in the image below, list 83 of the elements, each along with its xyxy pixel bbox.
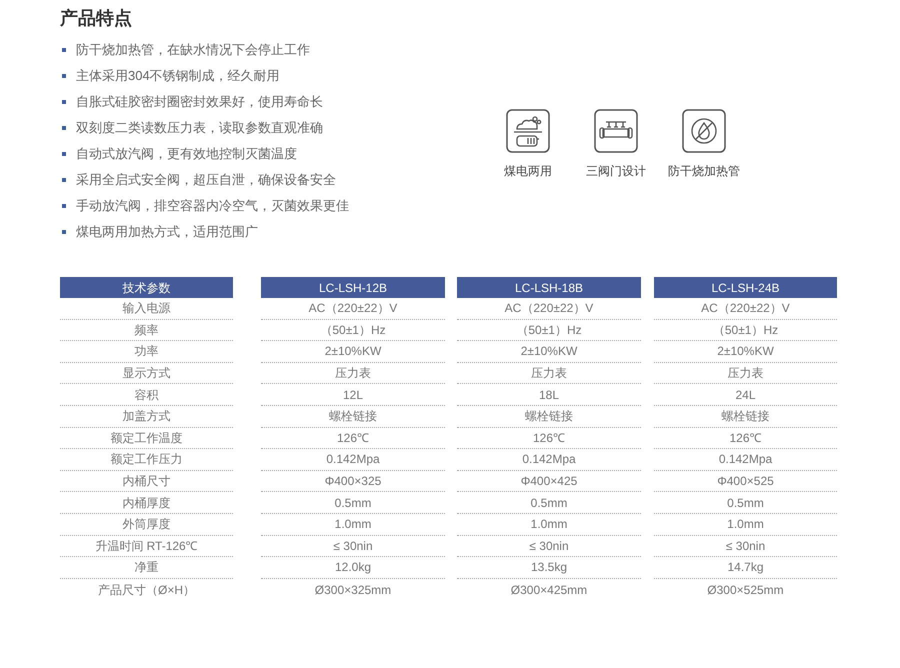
- feature-text: 手动放汽阀，排空容器内冷空气，灭菌效果更佳: [76, 197, 349, 216]
- bullet-icon: [62, 126, 66, 130]
- table-cell: AC（220±22）V: [654, 298, 837, 320]
- table-cell: 升温时间 RT-126℃: [60, 536, 233, 558]
- table-cell: 内桶尺寸: [60, 470, 233, 492]
- table-cell: （50±1）Hz: [654, 320, 837, 342]
- table-cell: 额定工作压力: [60, 449, 233, 471]
- bullet-icon: [62, 178, 66, 182]
- bullet-icon: [62, 48, 66, 52]
- table-cell: ≤ 30nin: [457, 536, 641, 558]
- table-cell: Φ400×425: [457, 470, 641, 492]
- table-cell: ≤ 30nin: [654, 536, 837, 558]
- table-cell: 螺栓链接: [457, 406, 641, 428]
- table-cell: 外筒厚度: [60, 514, 233, 536]
- table-cell: 2±10%KW: [654, 341, 837, 363]
- table-cell-text: Ø300×325mm: [314, 582, 392, 599]
- table-cell: 加盖方式: [60, 406, 233, 428]
- cloud-battery-icon: [506, 109, 550, 153]
- table-cell: Φ400×525: [654, 470, 837, 492]
- bullet-icon: [62, 100, 66, 104]
- table-cell: 1.0mm: [654, 514, 837, 536]
- feature-text: 主体采用304不锈钢制成，经久耐用: [76, 67, 280, 86]
- table-cell: （50±1）Hz: [457, 320, 641, 342]
- table-cell: 螺栓链接: [654, 406, 837, 428]
- table-cell: 13.5kg: [457, 557, 641, 579]
- table-cell: 内桶厚度: [60, 492, 233, 514]
- table-cell: 126℃: [261, 428, 445, 450]
- table-cell: 容积: [60, 384, 233, 406]
- table-cell: 0.142Mpa: [654, 449, 837, 471]
- table-cell: 0.5mm: [654, 492, 837, 514]
- table-cell: 螺栓链接: [261, 406, 445, 428]
- table-cell: 额定工作温度: [60, 428, 233, 450]
- bullet-icon: [62, 230, 66, 234]
- table-cell: 12L: [261, 384, 445, 406]
- table-cell: 1.0mm: [457, 514, 641, 536]
- highlight-label: 三阀门设计: [586, 163, 646, 180]
- table-cell: 压力表: [457, 362, 641, 384]
- table-cell: 14.7kg: [654, 557, 837, 579]
- table-cell: 126℃: [457, 428, 641, 450]
- bullet-icon: [62, 152, 66, 156]
- valve-pipe-icon: [594, 109, 638, 153]
- feature-text: 煤电两用加热方式，适用范围广: [76, 223, 258, 242]
- table-cell: 0.5mm: [261, 492, 445, 514]
- highlight-label: 煤电两用: [504, 163, 552, 180]
- table-cell: 126℃: [654, 428, 837, 450]
- table-cell: 频率: [60, 320, 233, 342]
- column-header: 技术参数: [60, 277, 233, 298]
- column-header: LC-LSH-12B: [261, 277, 445, 298]
- table-cell: ≤ 30nin: [261, 536, 445, 558]
- table-cell: （50±1）Hz: [261, 320, 445, 342]
- table-cell: 12.0kg: [261, 557, 445, 579]
- table-cell: 18L: [457, 384, 641, 406]
- feature-text: 采用全启式安全阀，超压自泄，确保设备安全: [76, 171, 336, 190]
- table-cell: 0.142Mpa: [457, 449, 641, 471]
- section-title: 产品特点: [60, 7, 133, 30]
- column-header: LC-LSH-18B: [457, 277, 641, 298]
- table-cell: 2±10%KW: [457, 341, 641, 363]
- feature-text: 自动式放汽阀，更有效地控制灭菌温度: [76, 145, 297, 164]
- table-cell: 0.5mm: [457, 492, 641, 514]
- table-cell: 1.0mm: [261, 514, 445, 536]
- highlight-label: 防干烧加热管: [668, 163, 740, 180]
- no-water-drop-icon: [682, 109, 726, 153]
- table-cell: 压力表: [654, 362, 837, 384]
- table-cell-text: Ø300×425mm: [510, 582, 588, 599]
- table-cell: AC（220±22）V: [457, 298, 641, 320]
- table-cell: 净重: [60, 557, 233, 579]
- table-cell: 输入电源: [60, 298, 233, 320]
- table-cell: AC（220±22）V: [261, 298, 445, 320]
- table-cell: 显示方式: [60, 362, 233, 384]
- table-cell: 24L: [654, 384, 837, 406]
- bullet-icon: [62, 204, 66, 208]
- table-cell: 功率: [60, 341, 233, 363]
- feature-text: 防干烧加热管，在缺水情况下会停止工作: [76, 41, 310, 60]
- table-cell-text: Ø300×525mm: [706, 582, 785, 599]
- table-cell: 2±10%KW: [261, 341, 445, 363]
- column-header: LC-LSH-24B: [654, 277, 837, 298]
- feature-text: 双刻度二类读数压力表，读取参数直观准确: [76, 119, 323, 138]
- bullet-icon: [62, 74, 66, 78]
- feature-text: 自胀式硅胶密封圈密封效果好，使用寿命长: [76, 93, 323, 112]
- table-cell: 压力表: [261, 362, 445, 384]
- table-cell: 0.142Mpa: [261, 449, 445, 471]
- table-cell: Φ400×325: [261, 470, 445, 492]
- table-cell-text: 产品尺寸（Ø×H）: [96, 582, 196, 599]
